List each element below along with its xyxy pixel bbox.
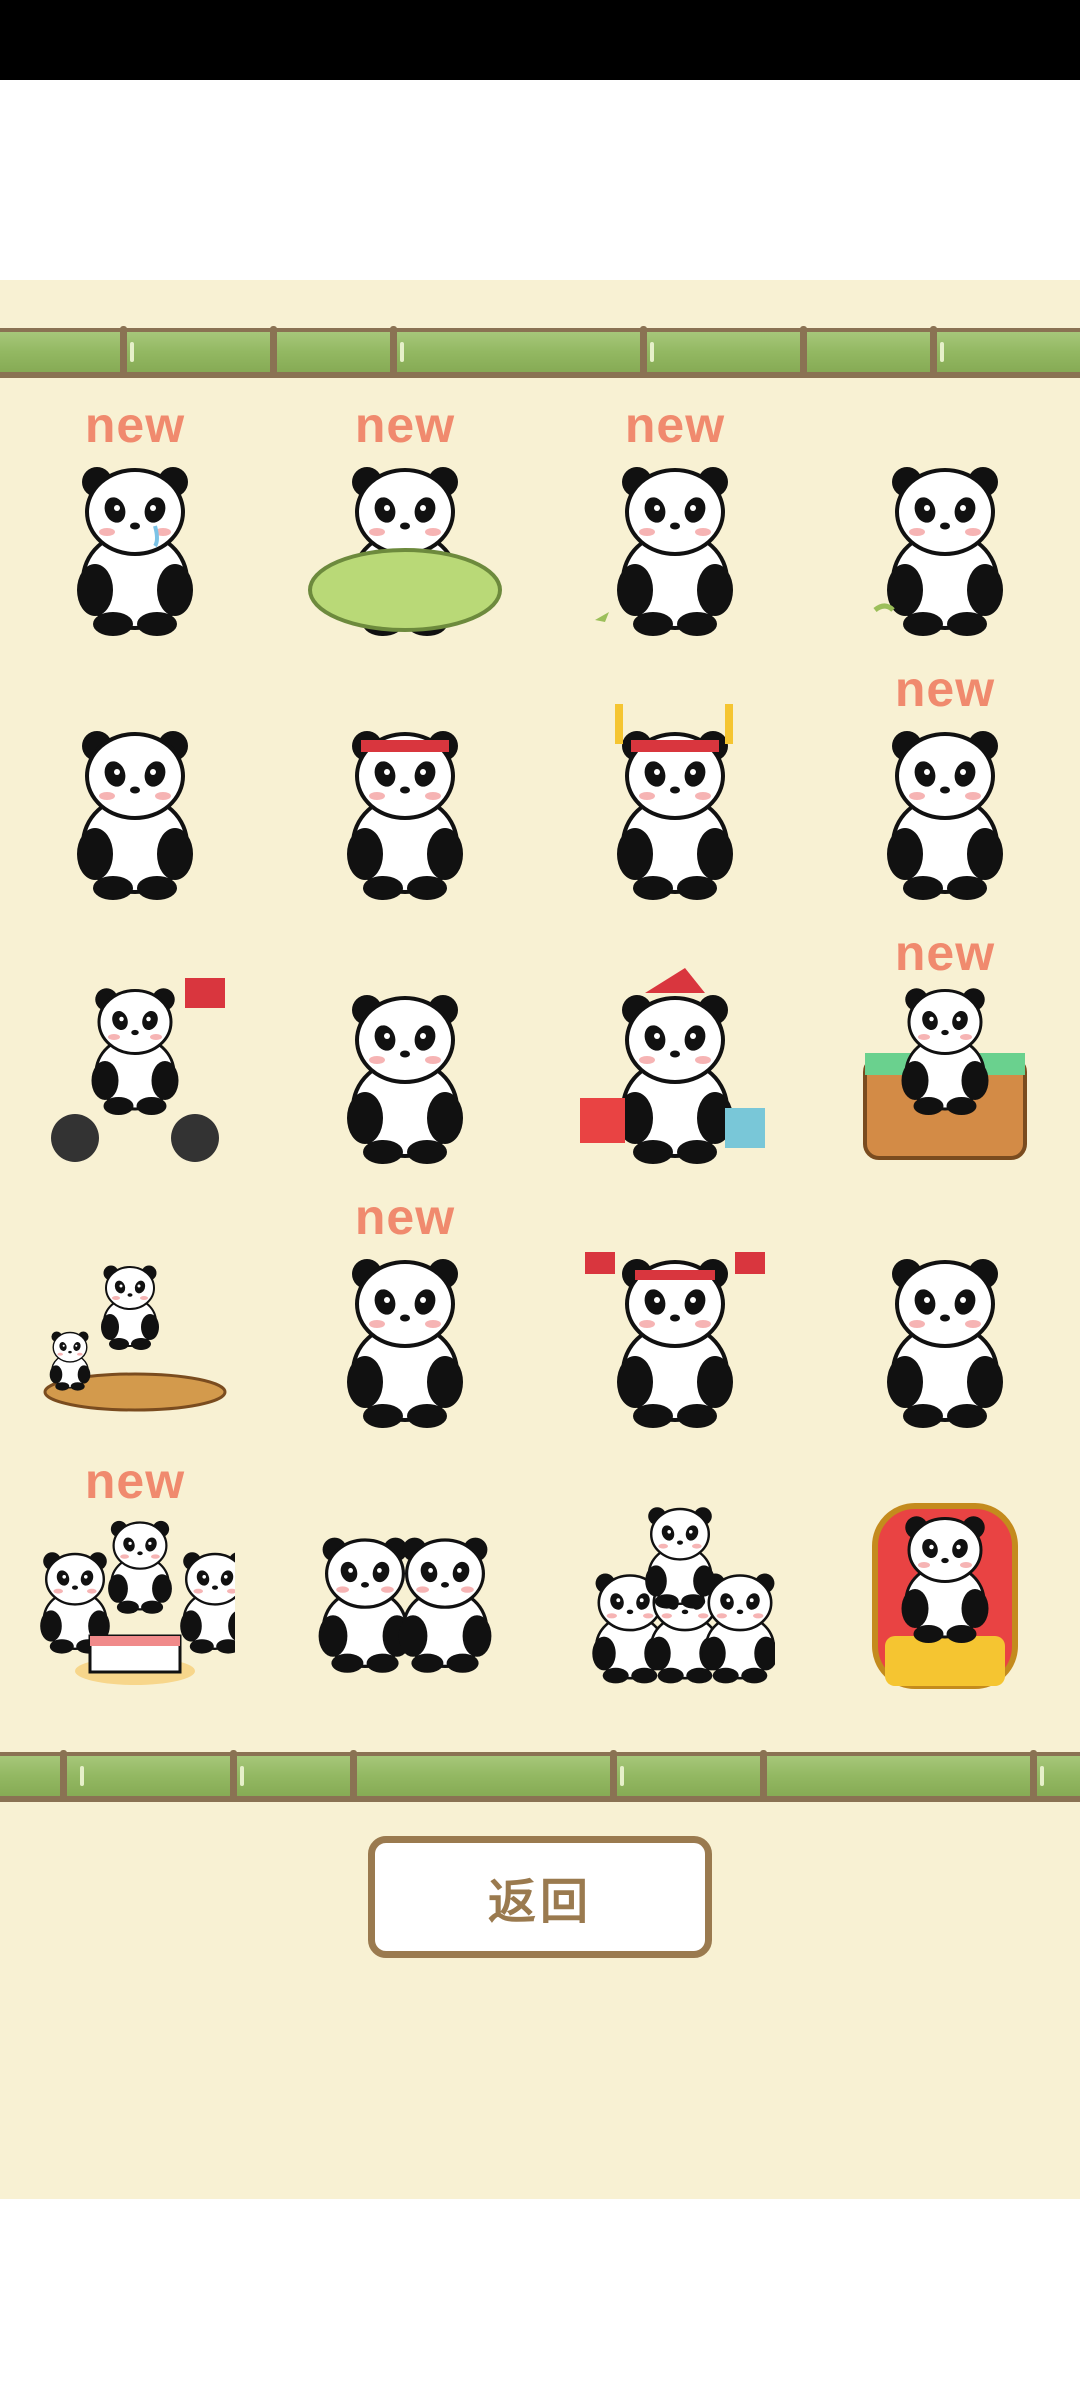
panda-sleeping-blanket-icon (308, 465, 502, 638)
bamboo-border-top (0, 326, 1080, 378)
panda-cheerleader-flags-icon (585, 1252, 765, 1430)
back-button-label: 返回 (487, 1874, 592, 1930)
sticker-panda-cheering-glowsticks[interactable] (540, 664, 810, 928)
panda-bathtub-icon (863, 986, 1027, 1160)
panda-headband-fishing-icon (345, 729, 465, 902)
sticker-panda-waving[interactable] (810, 1192, 1080, 1456)
panda-tea-table-icon (43, 1264, 227, 1412)
panda-crying-icon (75, 465, 195, 638)
new-badge: new (84, 1453, 186, 1509)
panda-king-throne-icon (872, 1503, 1018, 1689)
sticker-panda-couple-hug[interactable] (270, 1456, 540, 1720)
panda-waving-bird-icon (595, 465, 735, 638)
sticker-panda-stack[interactable] (540, 1456, 810, 1720)
panda-lying-eating-icon (873, 465, 1005, 638)
panda-stack-icon (590, 1505, 775, 1685)
sticker-panda-tea-table[interactable] (0, 1192, 270, 1456)
panda-shy-icon (75, 729, 195, 902)
panda-christmas-gifts-icon (580, 968, 765, 1166)
sticker-panda-lying-eating[interactable] (810, 400, 1080, 664)
sticker-panda-blushing[interactable] (270, 928, 540, 1192)
sticker-panda-thinking[interactable]: new (270, 1189, 540, 1456)
sticker-panda-king-throne[interactable] (810, 1456, 1080, 1720)
panda-blushing-icon (345, 993, 465, 1166)
new-badge: new (624, 397, 726, 453)
sticker-panda-motorcycle-flag[interactable] (0, 928, 270, 1192)
new-badge: new (354, 397, 456, 453)
bamboo-border-bottom (0, 1750, 1080, 1802)
sticker-panda-crying[interactable]: new (0, 397, 270, 664)
panda-thinking-icon (345, 1257, 465, 1430)
sticker-panda-bathtub[interactable]: new (810, 925, 1080, 1192)
sticker-panda-christmas-gifts[interactable] (540, 928, 810, 1192)
new-badge: new (894, 661, 996, 717)
panda-motorcycle-flag-icon (51, 978, 225, 1162)
panda-waving-icon (885, 1257, 1005, 1430)
panda-cheering-glowsticks-icon (615, 704, 735, 902)
sticker-panda-waving-bird[interactable]: new (540, 397, 810, 664)
new-badge: new (354, 1189, 456, 1245)
sticker-panda-headband-fishing[interactable] (270, 664, 540, 928)
sticker-panda-sleeping-blanket[interactable]: new (270, 397, 540, 664)
panda-couple-hug-icon (317, 1535, 494, 1675)
back-button[interactable]: 返回 (368, 1836, 712, 1958)
status-bar (0, 0, 1080, 80)
new-badge: new (84, 397, 186, 453)
panda-birthday-cake-icon (39, 1519, 235, 1685)
new-badge: new (894, 925, 996, 981)
panda-lying-pose-icon (885, 729, 1005, 902)
sticker-panda-birthday-cake[interactable]: new (0, 1453, 270, 1720)
sticker-grid: new new new new new new new (0, 397, 1080, 1720)
sticker-panda-shy[interactable] (0, 664, 270, 928)
sticker-panda-cheerleader-flags[interactable] (540, 1192, 810, 1456)
sticker-panda-lying-pose[interactable]: new (810, 661, 1080, 928)
